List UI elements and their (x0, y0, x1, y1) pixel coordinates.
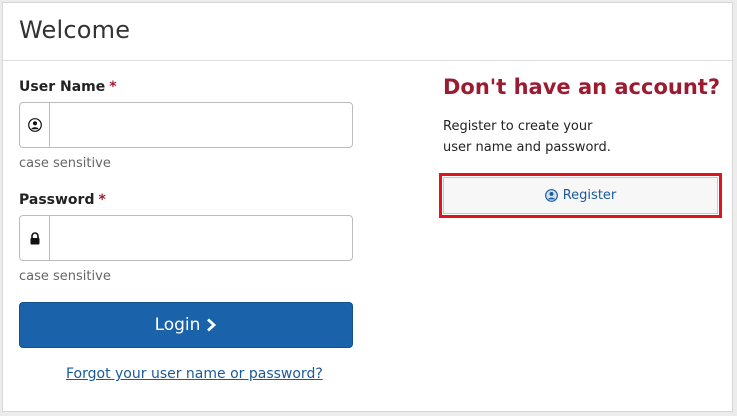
login-button-label: Login (154, 315, 201, 335)
user-icon (20, 103, 50, 147)
register-heading: Don't have an account? (443, 75, 720, 99)
register-description-line: user name and password. (443, 140, 611, 155)
user-icon (544, 189, 558, 202)
register-description-line: Register to create your (443, 119, 593, 134)
login-panel: Welcome User Name * case sensitive Passwo… (2, 2, 733, 412)
username-hint: case sensitive (19, 156, 111, 171)
required-marker: * (98, 192, 106, 208)
password-label-text: Password (19, 192, 95, 208)
password-input[interactable] (50, 216, 352, 260)
password-input-group (19, 215, 353, 261)
forgot-credentials-link[interactable]: Forgot your user name or password? (66, 366, 323, 382)
register-button-label: Register (562, 188, 617, 203)
panel-header: Welcome (3, 3, 732, 61)
lock-icon (20, 216, 50, 260)
username-label: User Name * (19, 79, 117, 95)
login-button[interactable]: Login (19, 302, 353, 348)
page-title: Welcome (19, 16, 131, 44)
username-input[interactable] (50, 103, 352, 147)
username-label-text: User Name (19, 79, 106, 95)
password-label: Password * (19, 192, 106, 208)
username-input-group (19, 102, 353, 148)
register-button[interactable]: Register (443, 177, 718, 214)
register-description: Register to create your user name and pa… (443, 116, 663, 158)
chevron-right-icon (206, 318, 217, 332)
required-marker: * (109, 79, 117, 95)
password-hint: case sensitive (19, 269, 111, 284)
